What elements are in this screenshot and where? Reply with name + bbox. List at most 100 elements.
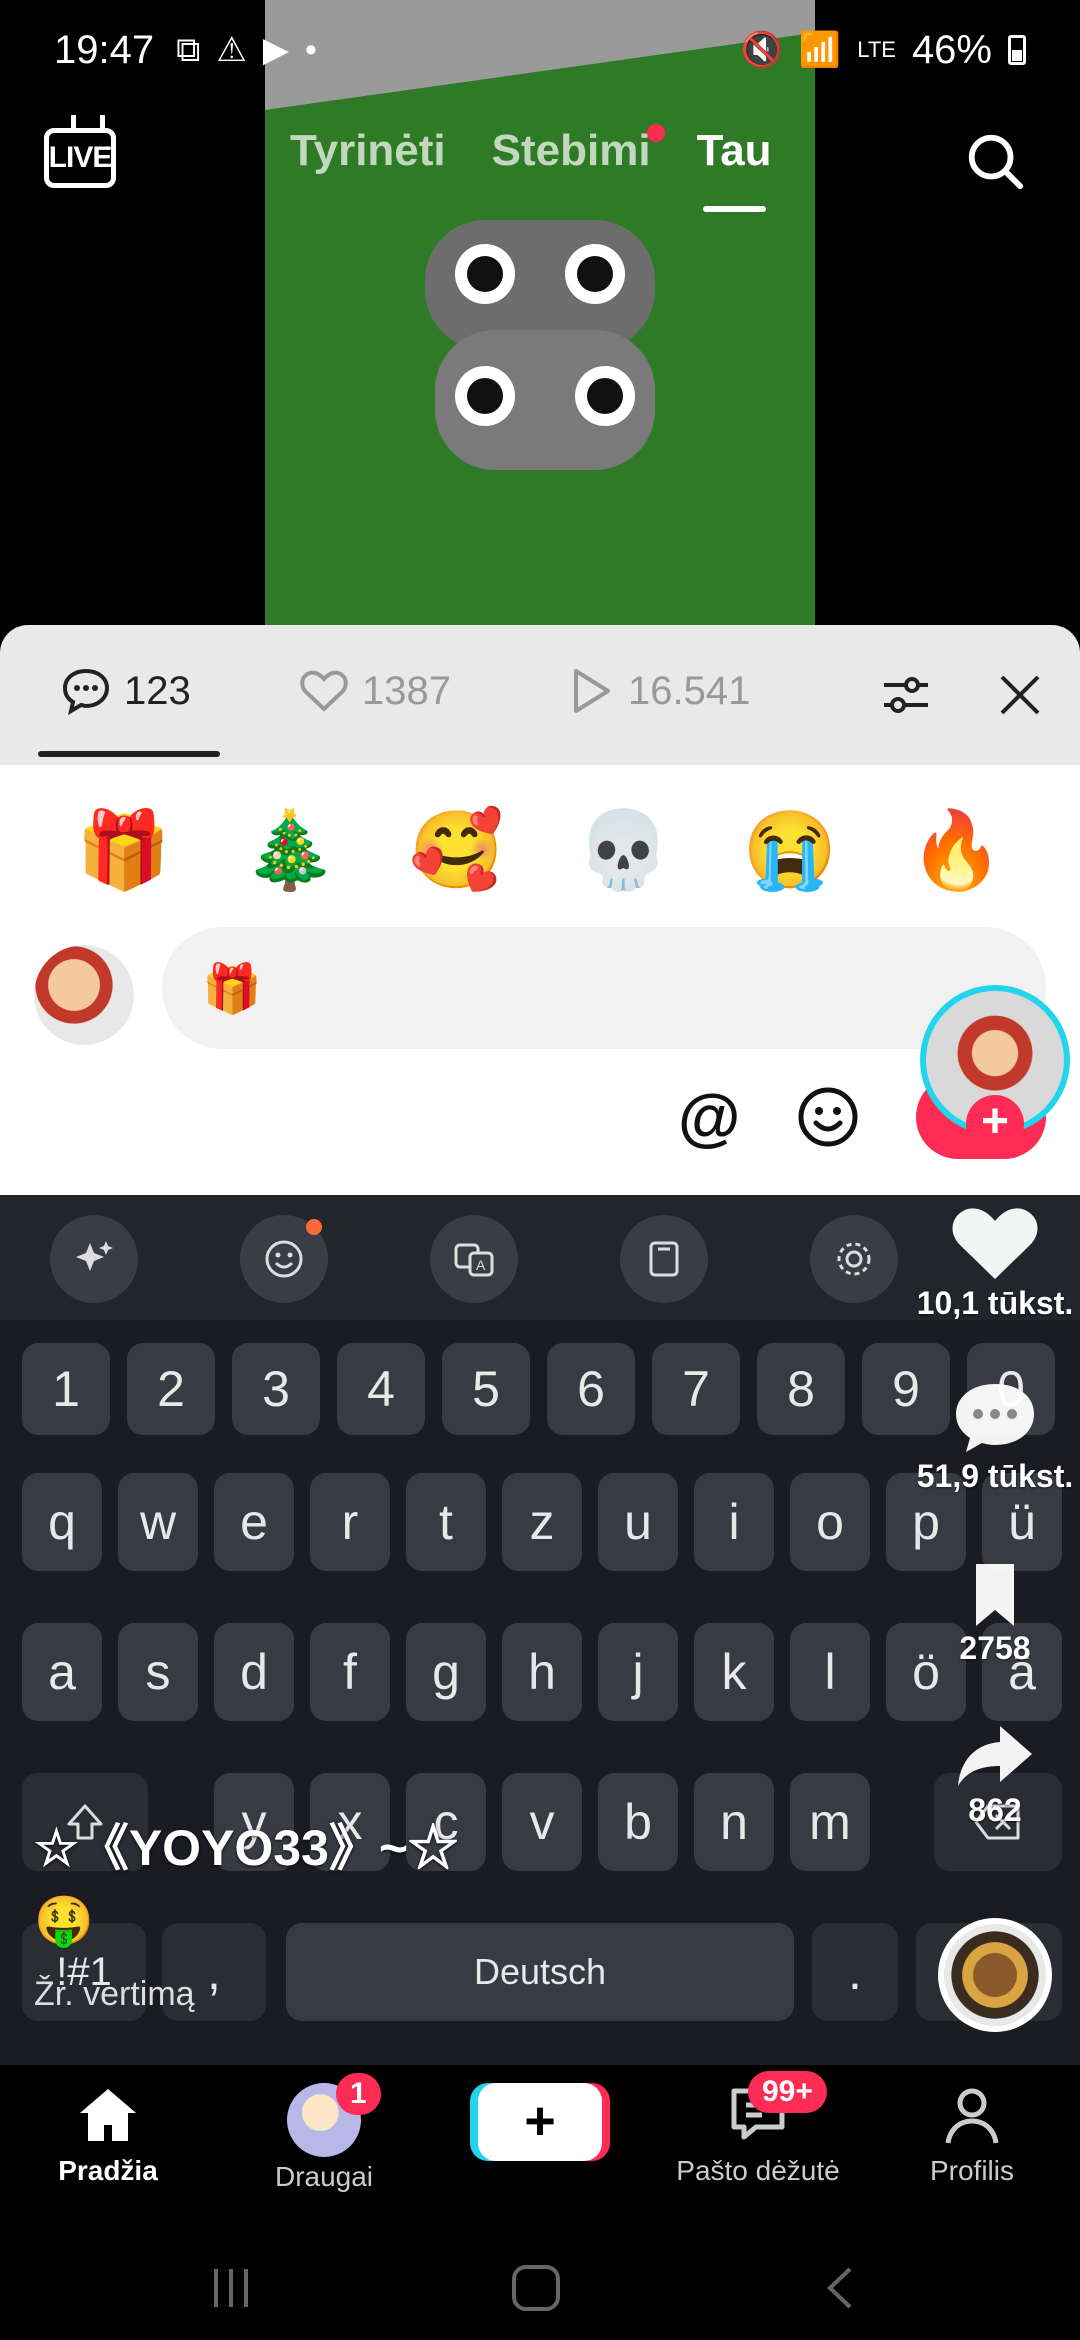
- emoji-hearts-face[interactable]: 🥰: [409, 805, 504, 895]
- nav-home[interactable]: Pradžia: [8, 2083, 208, 2187]
- save-action[interactable]: 2758: [900, 1560, 1080, 1667]
- key-1[interactable]: 1: [22, 1343, 110, 1435]
- key-a[interactable]: a: [22, 1623, 102, 1721]
- bookmark-icon: [976, 1564, 1014, 1626]
- emoji-crying[interactable]: 😭: [743, 805, 838, 895]
- network-label: LTE: [857, 37, 896, 62]
- feed-tabs: Tyrinėti Stebimi Tau: [290, 124, 772, 212]
- caption-emoji: 🤑: [34, 1895, 94, 1948]
- likes-tab[interactable]: 1387: [298, 665, 451, 717]
- follow-plus-button[interactable]: +: [966, 1095, 1024, 1153]
- key-t[interactable]: t: [406, 1473, 486, 1571]
- key-w[interactable]: w: [118, 1473, 198, 1571]
- space-key[interactable]: Deutsch: [286, 1923, 794, 2021]
- tab-for-you[interactable]: Tau: [697, 126, 772, 212]
- key-k[interactable]: k: [694, 1623, 774, 1721]
- translate-icon[interactable]: A: [430, 1215, 518, 1303]
- key-j[interactable]: j: [598, 1623, 678, 1721]
- comment-bubble-icon: [956, 1384, 1034, 1452]
- nav-friends[interactable]: Draugai 1: [224, 2073, 424, 2193]
- status-time: 19:47: [54, 27, 155, 72]
- key-f[interactable]: f: [310, 1623, 390, 1721]
- key-q[interactable]: q: [22, 1473, 102, 1571]
- key-g[interactable]: g: [406, 1623, 486, 1721]
- emoji-tree[interactable]: 🎄: [243, 805, 338, 895]
- key-2[interactable]: 2: [127, 1343, 215, 1435]
- battery-icon: [1008, 35, 1026, 65]
- emoji-skull[interactable]: 💀: [576, 805, 671, 895]
- key-v[interactable]: v: [502, 1773, 582, 1871]
- status-bar: 19:47 ⧉ ⚠ ▶ • 🔇 📶 LTE 46%: [0, 0, 1080, 100]
- friends-badge: 1: [336, 2073, 381, 2115]
- key-z[interactable]: z: [502, 1473, 582, 1571]
- key-u[interactable]: u: [598, 1473, 678, 1571]
- music-disc[interactable]: [938, 1918, 1052, 2032]
- ai-sparkle-icon[interactable]: [50, 1215, 138, 1303]
- screenshot-icon: ⧉: [176, 30, 201, 69]
- see-translation-link[interactable]: Žr. vertimą: [34, 1975, 195, 2014]
- period-key[interactable]: .: [812, 1923, 898, 2021]
- share-action[interactable]: 862: [900, 1722, 1080, 1829]
- like-action[interactable]: 10,1 tūkst.: [900, 1205, 1080, 1322]
- key-5[interactable]: 5: [442, 1343, 530, 1435]
- inbox-badge: 99+: [748, 2071, 827, 2113]
- comment-icon: [62, 668, 110, 716]
- home-button-icon[interactable]: [508, 2263, 564, 2313]
- tab-explore[interactable]: Tyrinėti: [290, 126, 446, 176]
- key-o[interactable]: o: [790, 1473, 870, 1571]
- nav-profile[interactable]: Profilis: [872, 2083, 1072, 2187]
- key-3[interactable]: 3: [232, 1343, 320, 1435]
- key-n[interactable]: n: [694, 1773, 774, 1871]
- filter-icon[interactable]: [880, 669, 932, 721]
- settings-gear-icon[interactable]: [810, 1215, 898, 1303]
- user-avatar: [34, 945, 134, 1045]
- clipboard-icon[interactable]: [620, 1215, 708, 1303]
- emoji-picker-icon[interactable]: [796, 1085, 860, 1149]
- create-button[interactable]: +: [478, 2083, 602, 2161]
- comment-compose-area: 🎁 🎄 🥰 💀 😭 🔥 🎁 @: [0, 765, 1080, 1195]
- recent-apps-icon[interactable]: [206, 2263, 256, 2313]
- key-6[interactable]: 6: [547, 1343, 635, 1435]
- key-h[interactable]: h: [502, 1623, 582, 1721]
- key-e[interactable]: e: [214, 1473, 294, 1571]
- bottom-nav: Pradžia Draugai 1 + Pašto dėžutė 99+ Pro…: [0, 2065, 1080, 2235]
- tab-following[interactable]: Stebimi: [492, 124, 665, 176]
- key-d[interactable]: d: [214, 1623, 294, 1721]
- profile-icon: [945, 2088, 999, 2144]
- nav-home-label: Pradžia: [58, 2155, 158, 2186]
- views-tab[interactable]: 16.541: [564, 665, 750, 717]
- comments-tab[interactable]: 123: [60, 665, 191, 717]
- youtube-icon: ▶: [262, 31, 290, 69]
- key-8[interactable]: 8: [757, 1343, 845, 1435]
- comments-count: 123: [124, 668, 191, 713]
- keyboard-emoji-icon[interactable]: [240, 1215, 328, 1303]
- save-count: 2758: [959, 1630, 1031, 1666]
- quick-emoji-bar: 🎁 🎄 🥰 💀 😭 🔥: [0, 805, 1080, 895]
- close-icon[interactable]: [994, 669, 1046, 721]
- video-author[interactable]: ☆《YOYO33》~☆: [34, 1808, 458, 1880]
- key-4[interactable]: 4: [337, 1343, 425, 1435]
- live-icon[interactable]: LIVE: [44, 128, 116, 188]
- nav-inbox[interactable]: Pašto dėžutė 99+: [658, 2071, 858, 2187]
- warning-icon: ⚠: [216, 31, 247, 69]
- comment-action[interactable]: 51,9 tūkst.: [900, 1378, 1080, 1495]
- emoji-fire[interactable]: 🔥: [909, 805, 1004, 895]
- key-b[interactable]: b: [598, 1773, 678, 1871]
- key-i[interactable]: i: [694, 1473, 774, 1571]
- search-icon[interactable]: [964, 130, 1026, 192]
- mention-button[interactable]: @: [678, 1085, 742, 1149]
- active-tab-indicator: [38, 751, 220, 757]
- key-r[interactable]: r: [310, 1473, 390, 1571]
- system-icons: 🔇 📶 LTE 46%: [741, 28, 1026, 73]
- key-s[interactable]: s: [118, 1623, 198, 1721]
- back-icon[interactable]: [818, 2263, 862, 2313]
- emoji-gift[interactable]: 🎁: [76, 805, 171, 895]
- key-7[interactable]: 7: [652, 1343, 740, 1435]
- comment-count: 51,9 tūkst.: [916, 1458, 1074, 1494]
- share-count: 862: [968, 1792, 1022, 1828]
- comment-input[interactable]: 🎁: [162, 927, 1046, 1049]
- key-m[interactable]: m: [790, 1773, 870, 1871]
- key-l[interactable]: l: [790, 1623, 870, 1721]
- likes-count: 1387: [362, 668, 451, 713]
- heart-filled-icon: [952, 1208, 1038, 1279]
